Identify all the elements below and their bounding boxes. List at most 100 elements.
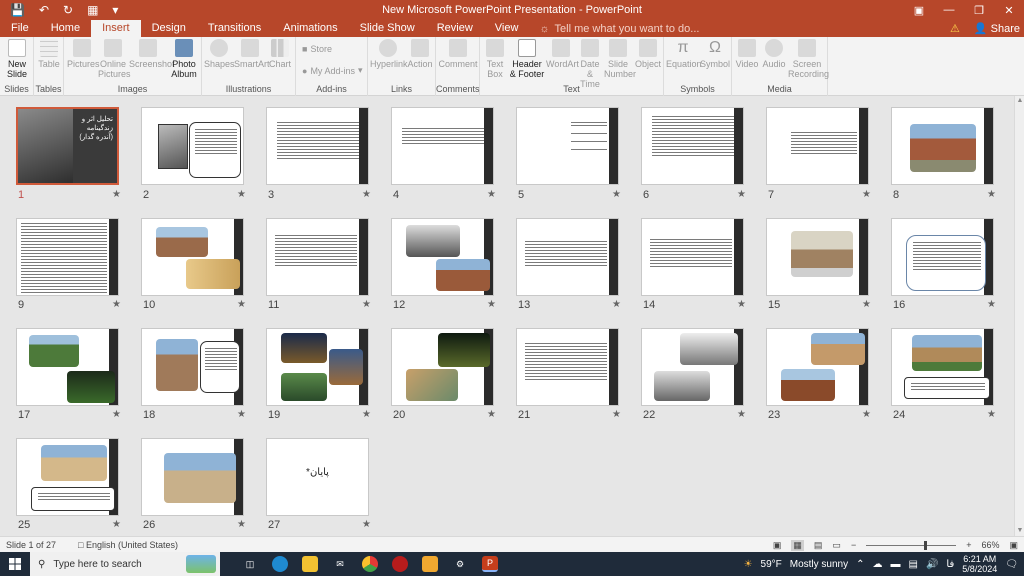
minimize-button[interactable]: — xyxy=(934,0,964,20)
windows-start-icon[interactable] xyxy=(0,552,30,576)
slide-thumbnail[interactable] xyxy=(641,328,744,406)
notifications-icon[interactable]: 🗨 xyxy=(1005,559,1018,570)
slide-thumbnail[interactable] xyxy=(641,107,744,185)
photos-icon[interactable] xyxy=(422,556,438,572)
fit-to-window-icon[interactable]: ▣ xyxy=(1009,540,1018,551)
shapes-button[interactable]: Shapes xyxy=(204,39,235,69)
maximize-button[interactable]: ❐ xyxy=(964,0,994,20)
normal-view-icon[interactable]: ▣ xyxy=(773,540,782,551)
edge-icon[interactable] xyxy=(272,556,288,572)
online-pictures-button[interactable]: Online Pictures xyxy=(98,39,131,79)
slide-thumbnail[interactable] xyxy=(766,218,869,296)
slide-thumbnail[interactable] xyxy=(16,218,119,296)
tab-slide-show[interactable]: Slide Show xyxy=(349,20,426,37)
slide-thumbnail[interactable] xyxy=(891,218,994,296)
share-button[interactable]: 👤 Share xyxy=(974,22,1020,35)
vertical-scrollbar[interactable]: ▲ ▼ xyxy=(1014,96,1024,536)
slide-thumbnail[interactable] xyxy=(391,218,494,296)
slide-thumbnail[interactable] xyxy=(141,107,244,185)
slide-thumbnail[interactable] xyxy=(516,218,619,296)
slide-thumbnail[interactable] xyxy=(141,438,244,516)
tab-home[interactable]: Home xyxy=(40,20,91,37)
mail-icon[interactable]: ✉ xyxy=(332,556,348,572)
usb-icon[interactable]: ▬ xyxy=(891,559,901,570)
tell-me-box[interactable]: ☼ Tell me what you want to do... xyxy=(529,20,699,37)
slide-thumbnail[interactable] xyxy=(766,328,869,406)
smartart-button[interactable]: SmartArt xyxy=(234,39,270,69)
wordart-button[interactable]: WordArt xyxy=(546,39,579,69)
weather-desc[interactable]: Mostly sunny xyxy=(790,559,848,570)
tab-review[interactable]: Review xyxy=(426,20,484,37)
spelling-language[interactable]: □ English (United States) xyxy=(78,540,178,550)
slide-thumbnail[interactable]: *پایان xyxy=(266,438,369,516)
zoom-in-icon[interactable]: + xyxy=(966,540,971,550)
equation-button[interactable]: π Equation xyxy=(666,39,702,69)
screen-recording-button[interactable]: Screen Recording xyxy=(788,39,829,79)
slide-thumbnail[interactable] xyxy=(516,328,619,406)
redo-icon[interactable]: ↻ xyxy=(63,3,73,17)
object-button[interactable]: Object xyxy=(633,39,663,69)
slide-thumbnail[interactable] xyxy=(391,328,494,406)
slide-thumbnail[interactable] xyxy=(516,107,619,185)
comment-button[interactable]: Comment xyxy=(438,39,478,69)
slide-thumbnail[interactable] xyxy=(891,107,994,185)
slide-thumbnail[interactable] xyxy=(266,328,369,406)
chrome-icon[interactable] xyxy=(362,556,378,572)
taskbar-search-box[interactable]: ⚲ Type here to search xyxy=(30,552,220,576)
action-button[interactable]: Action xyxy=(406,39,434,69)
audio-button[interactable]: Audio xyxy=(761,39,787,69)
pictures-button[interactable]: Pictures xyxy=(67,39,100,69)
weather-icon[interactable]: ☀ xyxy=(744,559,753,570)
input-language[interactable]: فا xyxy=(946,559,954,570)
tab-animations[interactable]: Animations xyxy=(272,20,348,37)
new-slide-button[interactable]: New Slide xyxy=(3,39,31,79)
weather-temp[interactable]: 59°F xyxy=(761,559,782,570)
slide-show-view-icon[interactable]: ▭ xyxy=(832,540,841,551)
powerpoint-icon[interactable]: P xyxy=(482,556,498,572)
slide-thumbnail[interactable] xyxy=(766,107,869,185)
slide-thumbnail[interactable] xyxy=(16,328,119,406)
date-time-button[interactable]: Date & Time xyxy=(577,39,603,89)
slide-sorter-view-icon[interactable]: ▦ xyxy=(791,539,804,551)
table-button[interactable]: Table xyxy=(36,39,62,69)
task-view-icon[interactable]: ◫ xyxy=(242,556,258,572)
video-button[interactable]: Video xyxy=(734,39,760,69)
slide-thumbnail[interactable] xyxy=(641,218,744,296)
slide-thumbnail[interactable] xyxy=(141,218,244,296)
file-explorer-icon[interactable] xyxy=(302,556,318,572)
save-icon[interactable]: 💾 xyxy=(10,3,25,17)
ribbon-display-icon[interactable]: ▣ xyxy=(904,0,934,20)
slide-thumbnail[interactable] xyxy=(141,328,244,406)
volume-icon[interactable]: 🔊 xyxy=(926,559,938,570)
slide-thumbnail[interactable] xyxy=(16,438,119,516)
slide-number-button[interactable]: Slide Number xyxy=(604,39,636,79)
tab-transitions[interactable]: Transitions xyxy=(197,20,272,37)
customize-toolbar-icon[interactable]: ▾ xyxy=(112,3,118,17)
store-button[interactable]: ■ Store xyxy=(302,44,332,54)
tab-insert[interactable]: Insert xyxy=(91,20,141,37)
scroll-down-icon[interactable]: ▼ xyxy=(1015,526,1024,536)
network-icon[interactable]: ▤ xyxy=(909,559,918,570)
zoom-slider-thumb[interactable] xyxy=(923,540,927,550)
tab-design[interactable]: Design xyxy=(141,20,197,37)
hyperlink-button[interactable]: Hyperlink xyxy=(370,39,408,69)
tray-chevron-icon[interactable]: ⌃ xyxy=(856,559,864,570)
onedrive-icon[interactable]: ☁ xyxy=(873,559,883,570)
slide-thumbnail[interactable] xyxy=(266,107,369,185)
tab-file[interactable]: File xyxy=(0,20,40,37)
tab-view[interactable]: View xyxy=(484,20,530,37)
undo-icon[interactable]: ↶ xyxy=(39,3,49,17)
zoom-slider[interactable] xyxy=(866,540,957,550)
my-addins-button[interactable]: ● My Add-ins ▾ xyxy=(302,65,363,76)
start-from-beginning-icon[interactable]: ▦ xyxy=(87,3,98,17)
warning-icon[interactable]: ⚠ xyxy=(950,22,960,35)
slide-thumbnail[interactable]: تحلیل اثر و زندگینامه (آندره گدار) xyxy=(16,107,119,185)
zoom-level[interactable]: 66% xyxy=(981,540,999,550)
symbol-button[interactable]: Ω Symbol xyxy=(700,39,730,69)
close-button[interactable]: ✕ xyxy=(994,0,1024,20)
slide-thumbnail[interactable] xyxy=(891,328,994,406)
scroll-up-icon[interactable]: ▲ xyxy=(1015,96,1024,106)
media-player-icon[interactable] xyxy=(392,556,408,572)
screenshot-button[interactable]: Screenshot xyxy=(129,39,175,69)
text-box-button[interactable]: Text Box xyxy=(483,39,507,79)
